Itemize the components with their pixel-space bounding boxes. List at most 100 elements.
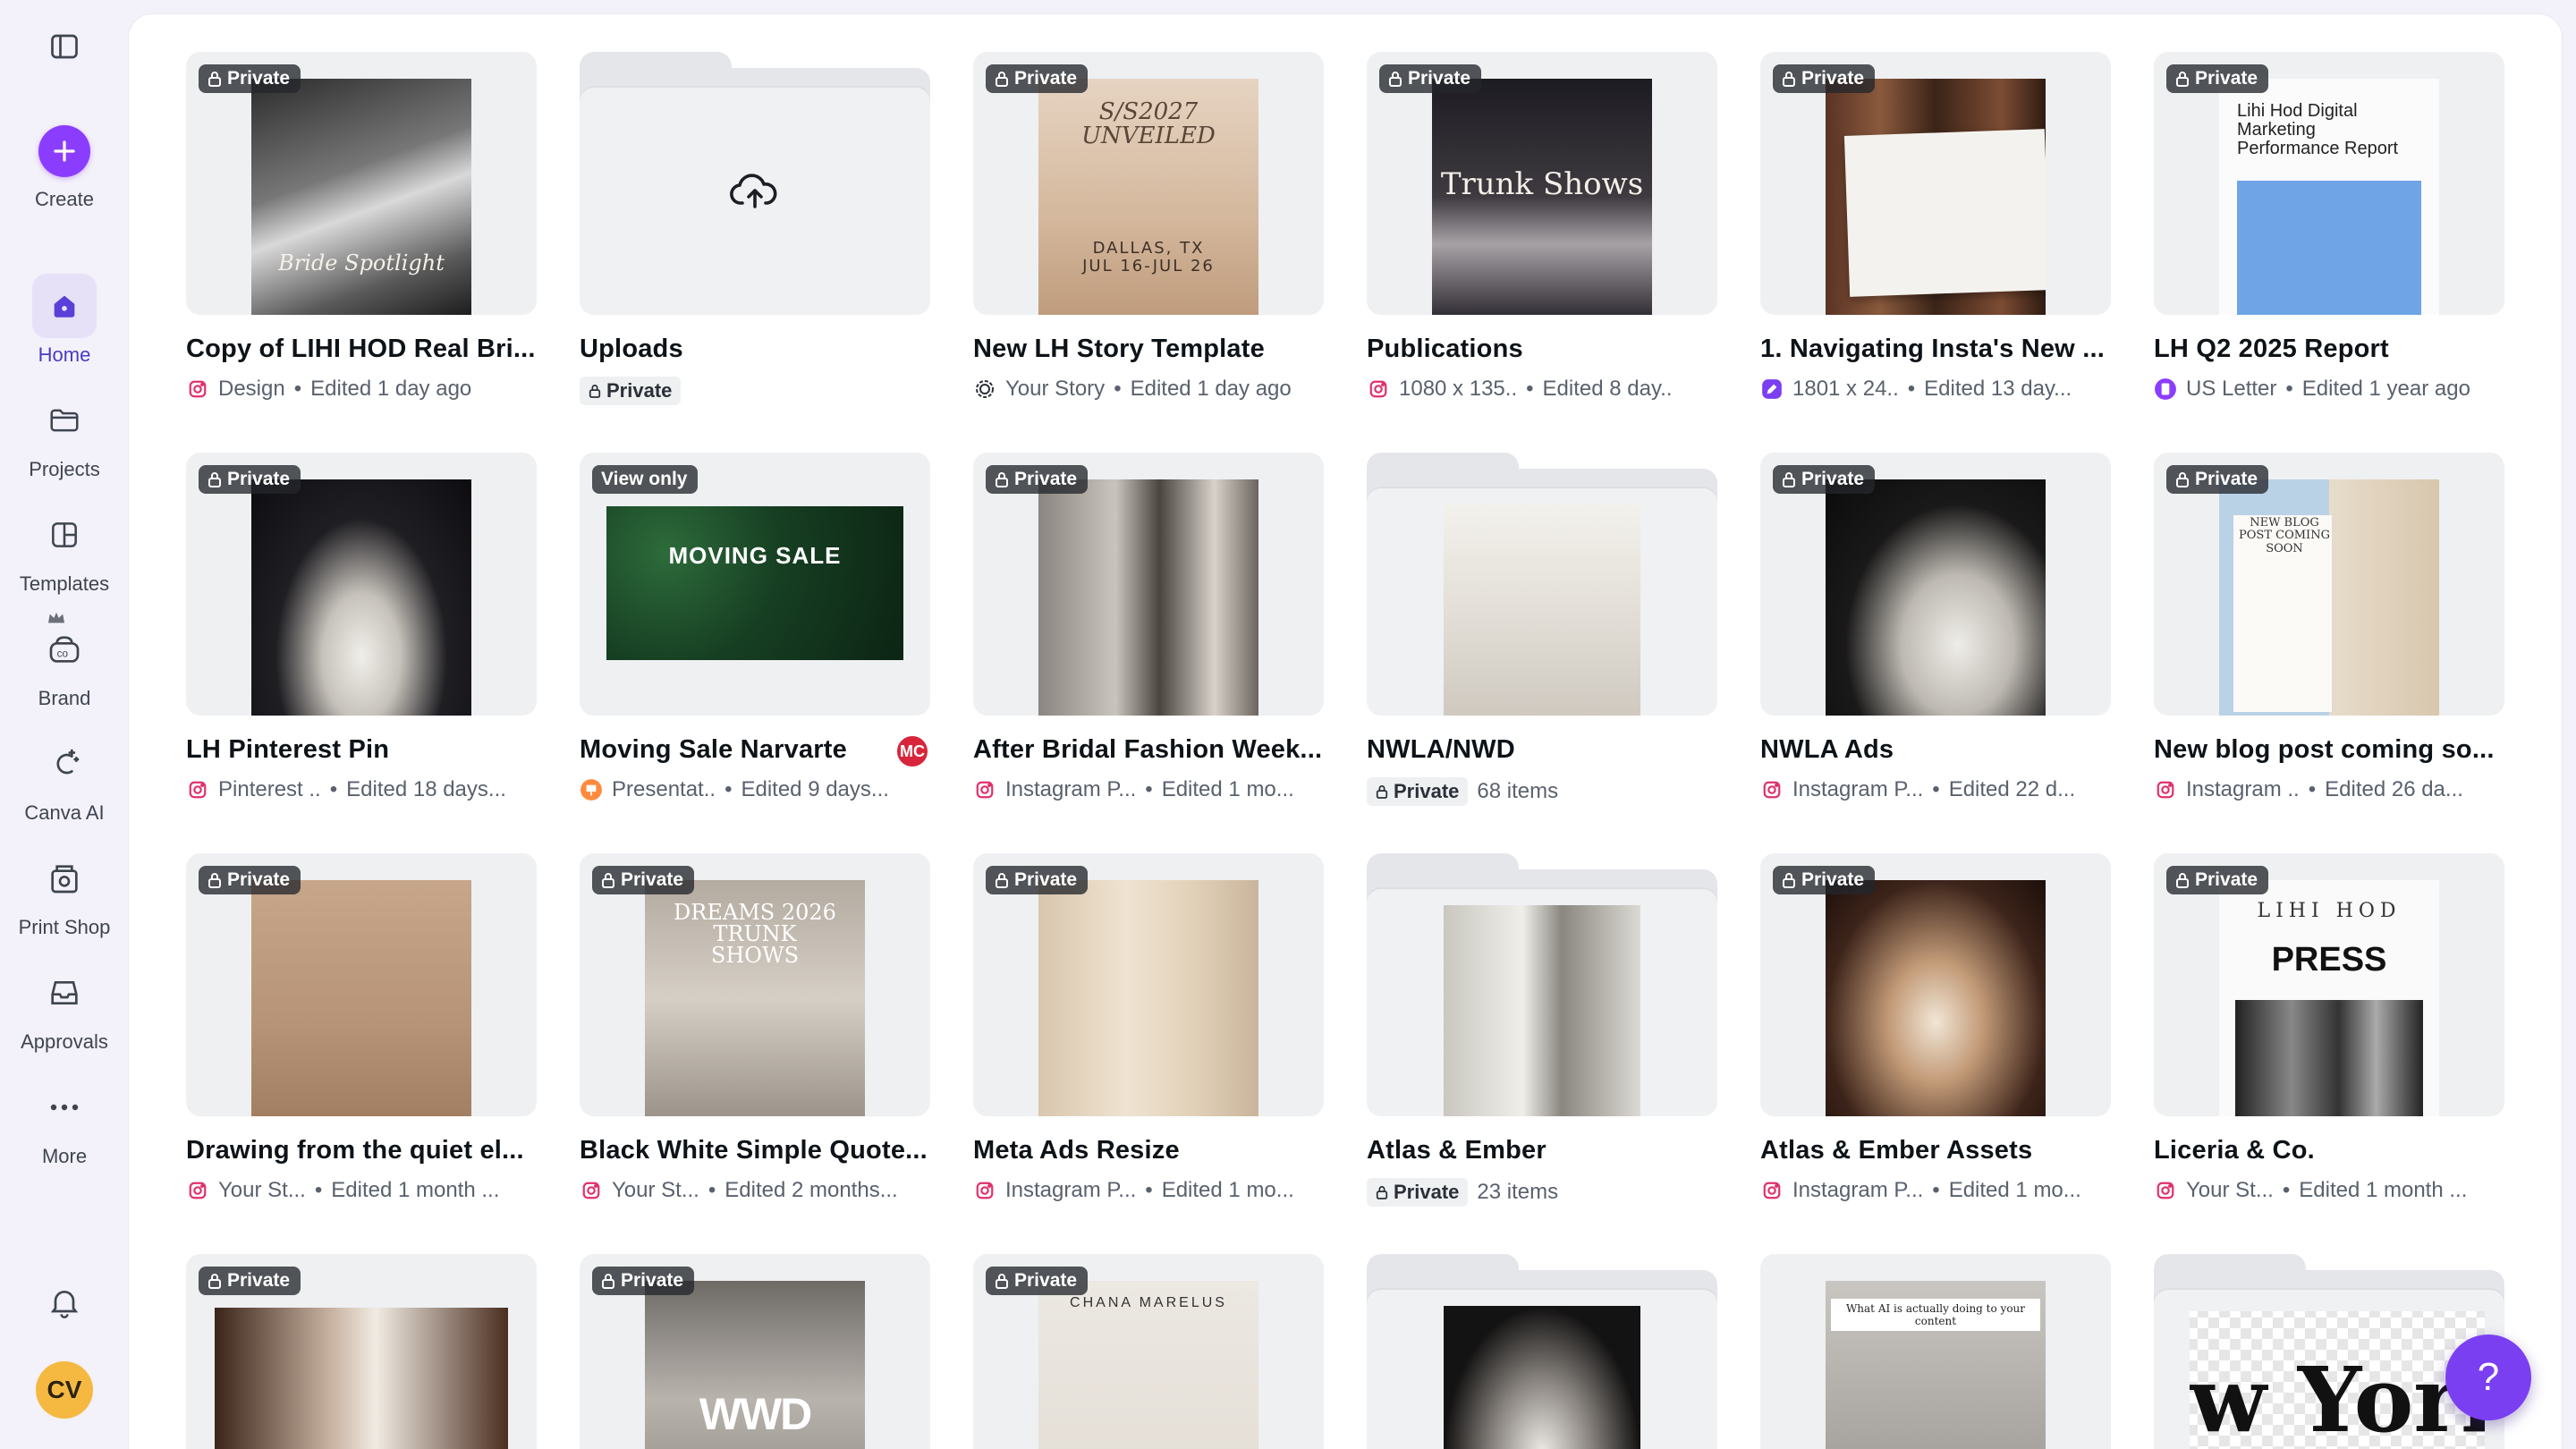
lock-icon (208, 472, 221, 487)
sidebar-item-projects[interactable]: Projects (0, 388, 129, 481)
folder-thumbnail[interactable]: w York (2154, 1254, 2504, 1449)
design-thumbnail[interactable]: Private (186, 1254, 537, 1449)
card-title[interactable]: Meta Ads Resize (973, 1136, 1324, 1165)
design-thumbnail[interactable]: Private (186, 453, 537, 716)
folder-card[interactable] (1367, 1254, 1717, 1449)
design-type: US Letter (2186, 377, 2277, 401)
presentation-icon (580, 778, 603, 801)
folder-thumbnail[interactable] (580, 52, 930, 315)
design-thumbnail[interactable]: Private NEW BLOG POST COMING SOON (2154, 453, 2504, 716)
sidebar-toggle-button[interactable] (45, 27, 84, 66)
design-thumbnail[interactable]: Private (973, 453, 1324, 716)
card-title[interactable]: NWLA/NWD (1367, 735, 1717, 765)
avatar[interactable]: CV (36, 1361, 93, 1419)
card-title[interactable]: Moving Sale Narvarte (580, 735, 930, 765)
design-thumbnail[interactable]: Private (186, 853, 537, 1116)
edited-time: Edited 26 da... (2325, 777, 2463, 801)
card-title[interactable]: After Bridal Fashion Week... (973, 735, 1324, 765)
design-card[interactable]: Private CHANA MARELUS (973, 1254, 1324, 1449)
sidebar-item-more[interactable]: More (0, 1075, 129, 1168)
edited-time: Edited 1 mo... (1161, 777, 1294, 801)
design-card[interactable]: Private NWLA Ads Instagram P... • Edited … (1760, 453, 2111, 802)
card-title[interactable]: Atlas & Ember (1367, 1136, 1717, 1165)
card-title[interactable]: Atlas & Ember Assets (1760, 1136, 2111, 1165)
privacy-badge: Private (1773, 465, 1876, 494)
design-card[interactable]: What AI is actually doing to your conten… (1760, 1254, 2111, 1449)
design-card[interactable]: Private Trunk Shows Publications 1080 x … (1367, 52, 1717, 402)
design-thumbnail[interactable]: Private S/S2027 UNVEILED DALLAS, TX JUL … (973, 52, 1324, 315)
design-thumbnail[interactable]: Private Trunk Shows (1367, 52, 1717, 315)
design-card[interactable]: Private Bride Spotlight Copy of LIHI HOD… (186, 52, 537, 402)
design-card[interactable]: Private Meta Ads Resize Instagram P... • … (973, 853, 1324, 1203)
design-card[interactable]: Private After Bridal Fashion Week... Ins… (973, 453, 1324, 802)
design-type: Instagram P... (1792, 1178, 1924, 1202)
story-icon (973, 377, 996, 401)
card-title[interactable]: New blog post coming so... (2154, 735, 2504, 765)
card-title[interactable]: LH Pinterest Pin (186, 735, 537, 765)
design-thumbnail[interactable]: Private DREAMS 2026 TRUNK SHOWS (580, 853, 930, 1116)
design-card[interactable]: Private DREAMS 2026 TRUNK SHOWS Black Wh… (580, 853, 930, 1203)
sidebar-item-canva-ai[interactable]: Canva AI (0, 732, 129, 825)
bell-icon (50, 1291, 79, 1318)
design-card[interactable]: Private LH Pinterest Pin Pinterest .. • E… (186, 453, 537, 802)
edited-time: Edited 2 months... (724, 1178, 898, 1202)
card-title[interactable]: Publications (1367, 335, 1717, 364)
design-card[interactable]: Private LIHI HOD PRESS Liceria & Co. You… (2154, 853, 2504, 1203)
folder-card[interactable]: NWLA/NWD Private 68 items (1367, 453, 1717, 806)
design-card[interactable]: View only MOVING SALE Moving Sale Narvar… (580, 453, 930, 802)
folder-card[interactable]: Uploads Private (580, 52, 930, 405)
lock-icon (208, 873, 221, 888)
lock-icon (602, 1274, 614, 1289)
design-thumbnail[interactable]: Private LIHI HOD PRESS (2154, 853, 2504, 1116)
card-title[interactable]: Liceria & Co. (2154, 1136, 2504, 1165)
card-title[interactable]: NWLA Ads (1760, 735, 2111, 765)
design-thumbnail[interactable]: Private (1760, 453, 2111, 716)
design-card[interactable]: Private (186, 1254, 537, 1449)
card-title[interactable]: Copy of LIHI HOD Real Bri... (186, 335, 537, 364)
folder-card[interactable]: Atlas & Ember Private 23 items (1367, 853, 1717, 1207)
help-button[interactable]: ? (2445, 1335, 2531, 1420)
folder-thumbnail[interactable] (1367, 853, 1717, 1116)
folder-preview-image (1444, 905, 1640, 1116)
notifications-button[interactable] (39, 1277, 89, 1327)
design-card[interactable]: Private 1. Navigating Insta's New ... 18… (1760, 52, 2111, 402)
design-thumbnail[interactable]: Private Bride Spotlight (186, 52, 537, 315)
design-card[interactable]: Private Drawing from the quiet el... You… (186, 853, 537, 1203)
create-button[interactable]: Create (0, 125, 129, 211)
design-thumbnail[interactable]: Private CHANA MARELUS (973, 1254, 1324, 1449)
lock-icon (208, 1274, 221, 1289)
sidebar-item-brand[interactable]: co Brand (0, 612, 129, 710)
sidebar-item-print-shop[interactable]: Print Shop (0, 846, 129, 939)
design-card[interactable]: Private Lihi Hod Digital Marketing Perfo… (2154, 52, 2504, 402)
design-thumbnail[interactable]: Private Lihi Hod Digital Marketing Perfo… (2154, 52, 2504, 315)
design-card[interactable]: Private NEW BLOG POST COMING SOON New bl… (2154, 453, 2504, 802)
design-thumbnail[interactable]: Private (1760, 52, 2111, 315)
owner-avatar: MC (894, 733, 930, 769)
card-title[interactable]: 1. Navigating Insta's New ... (1760, 335, 2111, 364)
card-title[interactable]: Uploads (580, 335, 930, 364)
design-card[interactable]: Private S/S2027 UNVEILED DALLAS, TX JUL … (973, 52, 1324, 402)
design-thumbnail[interactable]: Private WWD (580, 1254, 930, 1449)
folder-thumbnail[interactable] (1367, 1254, 1717, 1449)
card-title[interactable]: Black White Simple Quote... (580, 1136, 930, 1165)
card-title[interactable]: New LH Story Template (973, 335, 1324, 364)
design-card[interactable]: Private Atlas & Ember Assets Instagram P… (1760, 853, 2111, 1203)
design-thumbnail[interactable]: Private (1760, 853, 2111, 1116)
sidebar-item-templates[interactable]: Templates (0, 503, 129, 596)
card-title[interactable]: Drawing from the quiet el... (186, 1136, 537, 1165)
sidebar-item-approvals[interactable]: Approvals (0, 961, 129, 1054)
edited-time: Edited 13 day... (1924, 377, 2072, 401)
design-thumbnail[interactable]: What AI is actually doing to your conten… (1760, 1254, 2111, 1449)
folder-icon (32, 388, 97, 453)
sidebar-item-label: Brand (38, 687, 91, 709)
thumbnail-text: WWD (699, 1389, 813, 1439)
design-thumbnail[interactable]: Private (973, 853, 1324, 1116)
thumbnail-text: CHANA MARELUS (1070, 1295, 1227, 1310)
design-thumbnail[interactable]: View only MOVING SALE (580, 453, 930, 716)
sidebar-item-home[interactable]: Home (0, 274, 129, 367)
design-card[interactable]: Private WWD (580, 1254, 930, 1449)
folder-card[interactable]: w York (2154, 1254, 2504, 1449)
sidebar-item-label: Templates (19, 572, 110, 595)
card-title[interactable]: LH Q2 2025 Report (2154, 335, 2504, 364)
folder-thumbnail[interactable] (1367, 453, 1717, 716)
